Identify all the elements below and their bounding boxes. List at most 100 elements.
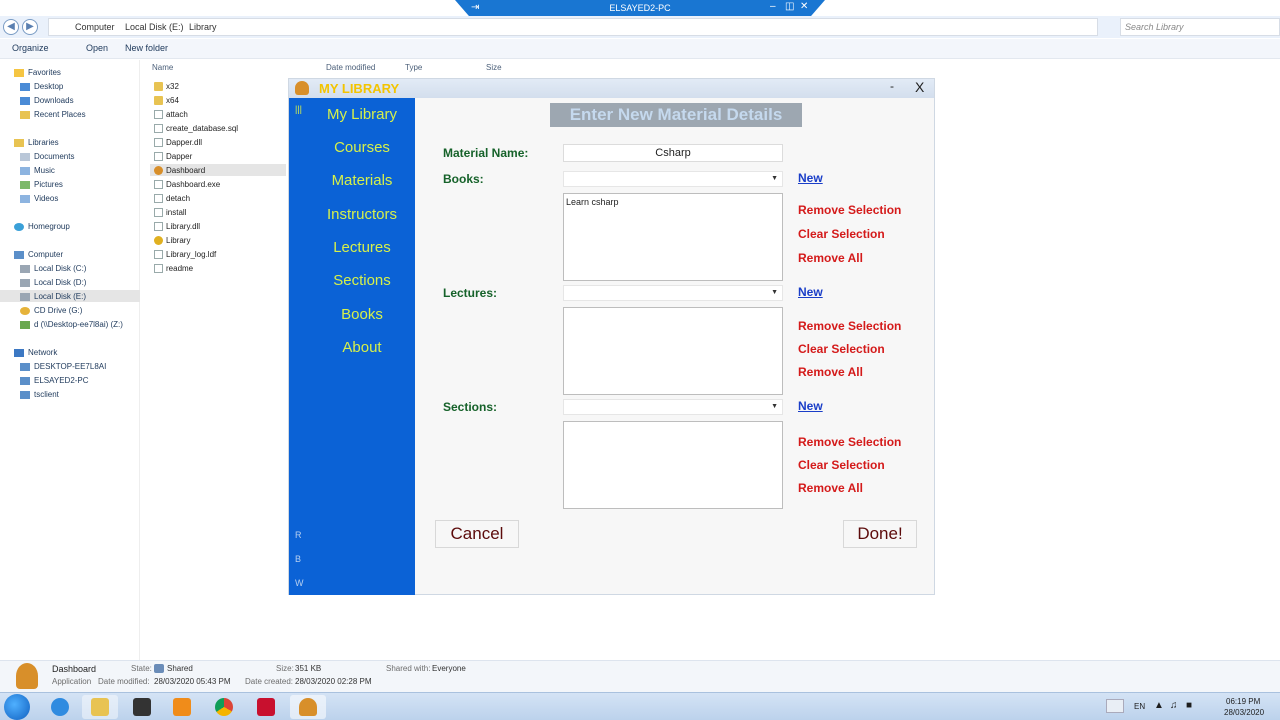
nav-item[interactable]: Local Disk (D:) bbox=[20, 278, 86, 287]
books-listbox[interactable]: Learn csharp bbox=[563, 193, 783, 281]
nav-item[interactable]: Local Disk (C:) bbox=[20, 264, 86, 273]
minimize-button[interactable]: - bbox=[890, 79, 894, 93]
menu-my-library[interactable]: My Library bbox=[289, 106, 435, 123]
nav-item[interactable]: tsclient bbox=[20, 390, 59, 399]
column-size[interactable]: Size bbox=[486, 63, 502, 72]
nav-item[interactable]: Downloads bbox=[20, 96, 74, 105]
rdp-restore-icon[interactable]: ◫ bbox=[785, 1, 794, 12]
back-icon[interactable]: ◀ bbox=[3, 19, 19, 35]
new-folder-button[interactable]: New folder bbox=[125, 43, 168, 53]
list-item[interactable]: Dapper.dll bbox=[154, 138, 202, 148]
breadcrumb-item[interactable]: Library bbox=[189, 22, 217, 32]
menu-materials[interactable]: Materials bbox=[289, 172, 435, 189]
material-name-input[interactable]: Csharp bbox=[563, 144, 783, 162]
done-button[interactable]: Done! bbox=[843, 520, 917, 548]
lectures-remove-selection-button[interactable]: Remove Selection bbox=[798, 319, 901, 333]
list-item[interactable]: Learn csharp bbox=[566, 197, 619, 207]
nav-item[interactable]: ELSAYED2-PC bbox=[20, 376, 89, 385]
rdp-close-icon[interactable]: ✕ bbox=[800, 1, 808, 12]
lectures-dropdown[interactable]: ▼ bbox=[563, 285, 783, 301]
list-item[interactable]: Dashboard bbox=[154, 166, 205, 176]
list-item[interactable]: detach bbox=[154, 194, 190, 204]
volume-icon[interactable]: ♫ bbox=[1170, 700, 1178, 711]
books-new-link[interactable]: New bbox=[798, 171, 823, 185]
taskbar-zygo[interactable] bbox=[248, 695, 284, 719]
list-item[interactable]: install bbox=[154, 208, 186, 218]
taskbar-ie[interactable] bbox=[42, 695, 78, 719]
app-title-bar[interactable]: MY LIBRARY - X bbox=[289, 79, 934, 98]
nav-item[interactable]: Music bbox=[20, 166, 55, 175]
network-icon[interactable]: ■ bbox=[1186, 700, 1192, 711]
list-item[interactable]: readme bbox=[154, 264, 193, 274]
list-item[interactable]: x32 bbox=[154, 82, 179, 92]
sections-new-link[interactable]: New bbox=[798, 399, 823, 413]
nav-libraries[interactable]: Libraries bbox=[14, 138, 59, 147]
lectures-new-link[interactable]: New bbox=[798, 285, 823, 299]
menu-lectures[interactable]: Lectures bbox=[289, 239, 435, 256]
side-letter-b[interactable]: B bbox=[295, 554, 301, 564]
books-remove-all-button[interactable]: Remove All bbox=[798, 251, 863, 265]
breadcrumb[interactable]: Computer Local Disk (E:) Library bbox=[48, 18, 1098, 36]
nav-item[interactable]: Desktop bbox=[20, 82, 63, 91]
organize-button[interactable]: Organize bbox=[12, 43, 49, 53]
forward-icon[interactable]: ▶ bbox=[22, 19, 38, 35]
list-item[interactable]: attach bbox=[154, 110, 188, 120]
nav-item[interactable]: Recent Places bbox=[20, 110, 86, 119]
list-item[interactable]: Library_log.ldf bbox=[154, 250, 216, 260]
breadcrumb-item[interactable]: Local Disk (E:) bbox=[125, 22, 184, 32]
cancel-button[interactable]: Cancel bbox=[435, 520, 519, 548]
menu-books[interactable]: Books bbox=[289, 306, 435, 323]
nav-network[interactable]: Network bbox=[14, 348, 57, 357]
sections-listbox[interactable] bbox=[563, 421, 783, 509]
breadcrumb-item[interactable]: Computer bbox=[75, 22, 115, 32]
nav-computer[interactable]: Computer bbox=[14, 250, 63, 259]
nav-item[interactable]: Pictures bbox=[20, 180, 63, 189]
list-item[interactable]: Dapper bbox=[154, 152, 192, 162]
taskbar-dashboard[interactable] bbox=[290, 695, 326, 719]
tray-arrow-icon[interactable]: ▲ bbox=[1154, 700, 1164, 711]
sections-remove-all-button[interactable]: Remove All bbox=[798, 481, 863, 495]
rdp-minimize-icon[interactable]: – bbox=[770, 1, 776, 12]
side-letter-w[interactable]: W bbox=[295, 578, 304, 588]
search-input[interactable]: Search Library bbox=[1120, 18, 1280, 36]
books-clear-selection-button[interactable]: Clear Selection bbox=[798, 227, 885, 241]
menu-instructors[interactable]: Instructors bbox=[289, 206, 435, 223]
column-name[interactable]: Name bbox=[152, 63, 173, 72]
lectures-remove-all-button[interactable]: Remove All bbox=[798, 365, 863, 379]
taskbar-chrome[interactable] bbox=[206, 695, 242, 719]
sections-dropdown[interactable]: ▼ bbox=[563, 399, 783, 415]
language-indicator[interactable]: EN bbox=[1134, 702, 1145, 711]
list-item[interactable]: Dashboard.exe bbox=[154, 180, 220, 190]
taskbar-media[interactable] bbox=[164, 695, 200, 719]
sections-remove-selection-button[interactable]: Remove Selection bbox=[798, 435, 901, 449]
start-button[interactable] bbox=[4, 694, 30, 720]
list-item[interactable]: Library.dll bbox=[154, 222, 200, 232]
nav-homegroup[interactable]: Homegroup bbox=[14, 222, 70, 231]
menu-about[interactable]: About bbox=[289, 339, 435, 356]
nav-item[interactable]: d (\\Desktop-ee7l8ai) (Z:) bbox=[20, 320, 123, 329]
taskbar-calendar[interactable] bbox=[124, 695, 160, 719]
column-type[interactable]: Type bbox=[405, 63, 422, 72]
clock-time[interactable]: 06:19 PM bbox=[1226, 697, 1260, 706]
list-item[interactable]: Library bbox=[154, 236, 190, 246]
lectures-listbox[interactable] bbox=[563, 307, 783, 395]
nav-item[interactable]: CD Drive (G:) bbox=[20, 306, 82, 315]
books-remove-selection-button[interactable]: Remove Selection bbox=[798, 203, 901, 217]
nav-item[interactable]: DESKTOP-EE7L8AI bbox=[20, 362, 106, 371]
list-item[interactable]: create_database.sql bbox=[154, 124, 238, 134]
side-letter-r[interactable]: R bbox=[295, 530, 302, 540]
menu-courses[interactable]: Courses bbox=[289, 139, 435, 156]
nav-favorites[interactable]: Favorites bbox=[14, 68, 61, 77]
nav-item[interactable]: Documents bbox=[20, 152, 74, 161]
nav-item[interactable]: Videos bbox=[20, 194, 58, 203]
nav-item[interactable]: Local Disk (E:) bbox=[20, 292, 86, 301]
pen-icon[interactable] bbox=[1106, 699, 1124, 713]
list-item[interactable]: x64 bbox=[154, 96, 179, 106]
lectures-clear-selection-button[interactable]: Clear Selection bbox=[798, 342, 885, 356]
close-button[interactable]: X bbox=[915, 79, 924, 95]
column-date-modified[interactable]: Date modified bbox=[326, 63, 375, 72]
open-button[interactable]: Open bbox=[86, 43, 108, 53]
taskbar-explorer[interactable] bbox=[82, 695, 118, 719]
books-dropdown[interactable]: ▼ bbox=[563, 171, 783, 187]
clock-date[interactable]: 28/03/2020 bbox=[1224, 708, 1264, 717]
